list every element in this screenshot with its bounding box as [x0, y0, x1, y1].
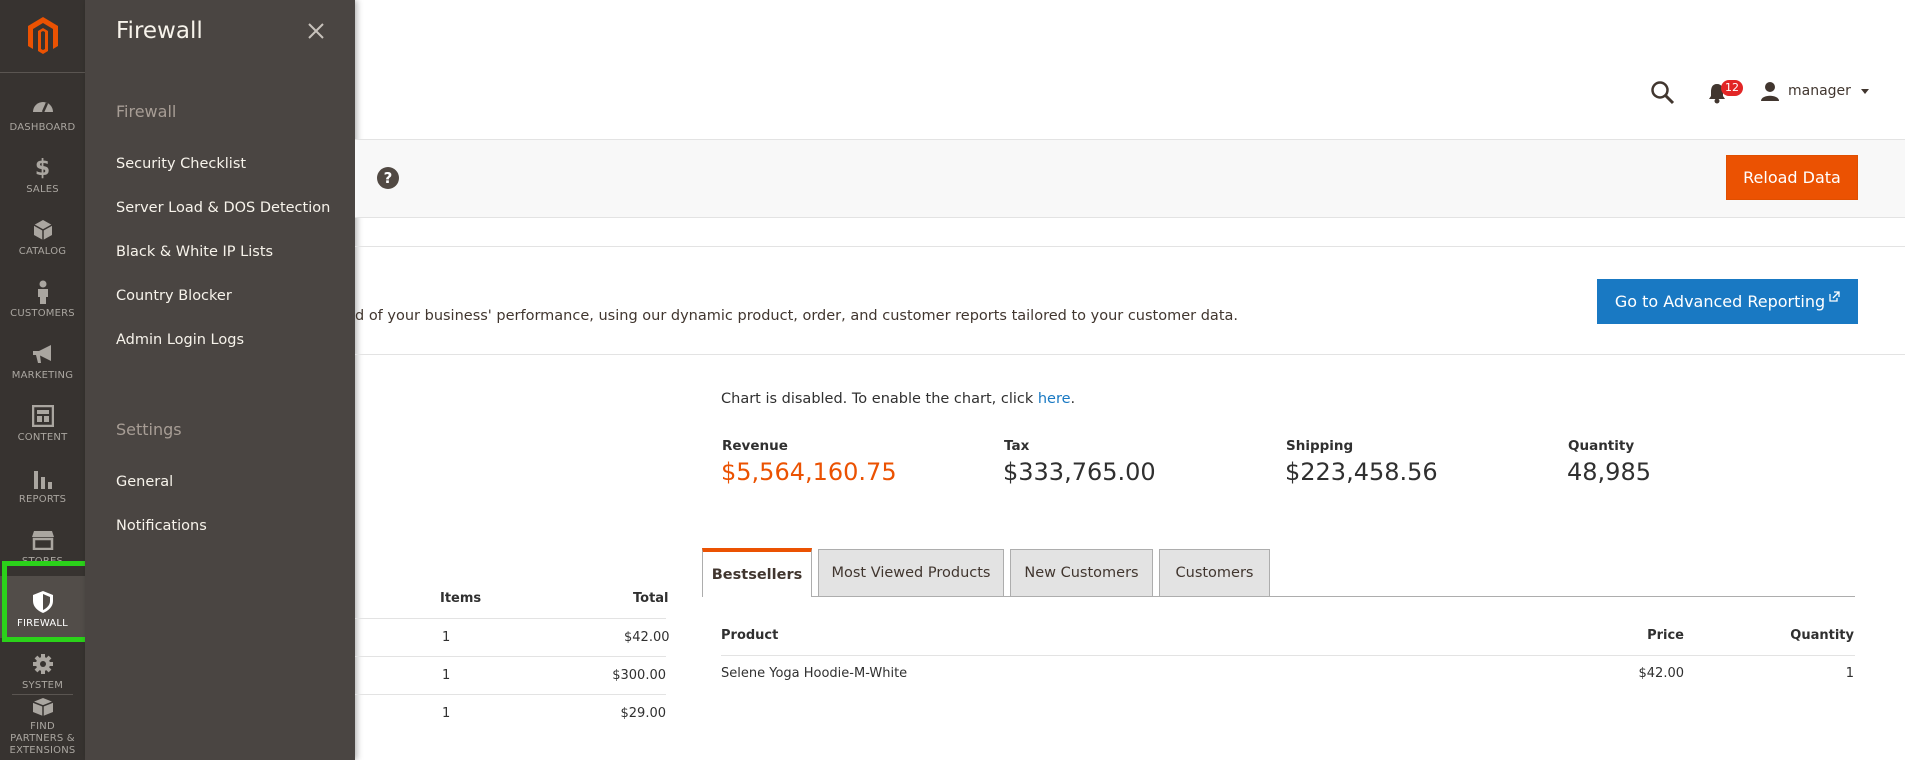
- bestsellers-column-price: Price: [1647, 628, 1684, 643]
- extensions-icon: [31, 697, 55, 717]
- nav-item-content[interactable]: CONTENT: [0, 390, 85, 452]
- total-shipping-value: $223,458.56: [1285, 458, 1438, 486]
- nav-label: DASHBOARD: [9, 122, 76, 133]
- layout-icon: [31, 404, 55, 428]
- table-divider: [355, 618, 666, 619]
- flyout-link-general[interactable]: General: [116, 474, 173, 490]
- nav-item-customers[interactable]: CUSTOMERS: [0, 266, 85, 328]
- total-revenue-label: Revenue: [722, 438, 788, 454]
- bestseller-price: $42.00: [1638, 666, 1685, 681]
- flyout-link-notifications[interactable]: Notifications: [116, 518, 207, 534]
- total-quantity-label: Quantity: [1568, 438, 1635, 454]
- nav-divider: [12, 694, 73, 695]
- dashboard-icon: [31, 94, 55, 118]
- tab-bestsellers[interactable]: Bestsellers: [702, 548, 812, 597]
- orders-column-items: Items: [440, 591, 482, 606]
- total-tax-label: Tax: [1004, 438, 1030, 454]
- flyout-link-server-load[interactable]: Server Load & DOS Detection: [116, 200, 330, 216]
- nav-label: SYSTEM: [21, 680, 64, 691]
- nav-item-dashboard[interactable]: DASHBOARD: [0, 80, 85, 142]
- nav-item-marketing[interactable]: MARKETING: [0, 328, 85, 390]
- section-divider: [355, 246, 1905, 247]
- dollar-icon: $: [34, 155, 51, 181]
- bar-chart-icon: [31, 466, 55, 490]
- bestsellers-column-product: Product: [721, 628, 779, 643]
- tab-most-viewed-products[interactable]: Most Viewed Products: [818, 549, 1004, 596]
- notification-count-badge: 12: [1721, 80, 1743, 96]
- enable-chart-link[interactable]: here: [1038, 391, 1071, 407]
- tab-customers[interactable]: Customers: [1159, 549, 1270, 596]
- admin-sidebar: DASHBOARD $ SALES CATALOG CUSTOMERS MARK…: [0, 0, 85, 760]
- table-divider: [355, 656, 666, 657]
- close-icon[interactable]: [303, 18, 329, 44]
- bestseller-quantity: 1: [1845, 666, 1854, 681]
- flyout-section-heading: Settings: [116, 420, 182, 439]
- tabs-baseline: [702, 596, 1855, 597]
- nav-label: FIND PARTNERS & EXTENSIONS: [9, 721, 76, 756]
- nav-item-partners[interactable]: FIND PARTNERS & EXTENSIONS: [0, 697, 85, 760]
- gear-icon: [31, 652, 55, 676]
- nav-item-catalog[interactable]: CATALOG: [0, 204, 85, 266]
- order-items: 1: [442, 630, 451, 645]
- advanced-reporting-button[interactable]: Go to Advanced Reporting: [1597, 279, 1858, 324]
- chart-note-text: Chart is disabled. To enable the chart, …: [721, 391, 1038, 407]
- nav-label: SALES: [26, 184, 59, 195]
- bestseller-product[interactable]: Selene Yoga Hoodie-M-White: [721, 666, 907, 681]
- user-menu[interactable]: manager: [1760, 80, 1869, 102]
- table-divider: [355, 694, 666, 695]
- nav-item-reports[interactable]: REPORTS: [0, 452, 85, 514]
- chevron-down-icon: [1860, 88, 1869, 94]
- storefront-icon: [31, 528, 55, 552]
- help-icon[interactable]: ?: [377, 167, 399, 189]
- table-divider: [721, 655, 1855, 656]
- page-actions-bar: [355, 139, 1905, 218]
- user-icon: [1761, 82, 1779, 101]
- nav-item-sales[interactable]: $ SALES: [0, 142, 85, 204]
- order-total: $42.00: [624, 630, 670, 645]
- section-divider: [355, 354, 1905, 355]
- total-revenue-value: $5,564,160.75: [721, 458, 897, 486]
- advanced-reporting-label: Go to Advanced Reporting: [1614, 292, 1826, 311]
- flyout-link-admin-login-logs[interactable]: Admin Login Logs: [116, 332, 244, 348]
- tab-new-customers[interactable]: New Customers: [1010, 549, 1153, 596]
- advanced-reporting-description: d of your business' performance, using o…: [355, 308, 1238, 324]
- flyout-link-security-checklist[interactable]: Security Checklist: [116, 156, 246, 172]
- reload-data-button[interactable]: Reload Data: [1726, 155, 1858, 200]
- total-tax-value: $333,765.00: [1003, 458, 1156, 486]
- user-name: manager: [1788, 83, 1851, 99]
- magento-logo[interactable]: [0, 0, 85, 73]
- total-quantity-value: 48,985: [1567, 458, 1651, 486]
- nav-label: CATALOG: [18, 246, 67, 257]
- flyout-section-heading: Firewall: [116, 102, 177, 121]
- nav-item-system[interactable]: SYSTEM: [0, 638, 85, 700]
- search-icon[interactable]: [1650, 80, 1676, 106]
- nav-label: REPORTS: [18, 494, 67, 505]
- magento-logo-icon: [27, 17, 58, 54]
- order-items: 1: [442, 706, 451, 721]
- order-total: $300.00: [612, 668, 666, 683]
- nav-label: CONTENT: [17, 432, 68, 443]
- active-item-highlight: [2, 561, 94, 642]
- order-total: $29.00: [620, 706, 667, 721]
- nav-label: MARKETING: [11, 370, 74, 381]
- order-items: 1: [442, 668, 451, 683]
- bestsellers-column-quantity: Quantity: [1790, 628, 1854, 643]
- orders-column-total: Total: [633, 591, 669, 606]
- chart-note-suffix: .: [1070, 391, 1076, 407]
- person-icon: [31, 280, 55, 304]
- cube-icon: [31, 218, 55, 242]
- total-shipping-label: Shipping: [1286, 438, 1354, 454]
- flyout-link-country-blocker[interactable]: Country Blocker: [116, 288, 232, 304]
- flyout-title: Firewall: [116, 18, 203, 44]
- flyout-link-ip-lists[interactable]: Black & White IP Lists: [116, 244, 273, 260]
- nav-label: CUSTOMERS: [10, 308, 75, 319]
- external-link-icon: [1829, 290, 1840, 305]
- chart-disabled-note: Chart is disabled. To enable the chart, …: [721, 391, 1075, 407]
- megaphone-icon: [31, 342, 55, 366]
- firewall-flyout-menu: Firewall Firewall Security Checklist Ser…: [85, 0, 355, 760]
